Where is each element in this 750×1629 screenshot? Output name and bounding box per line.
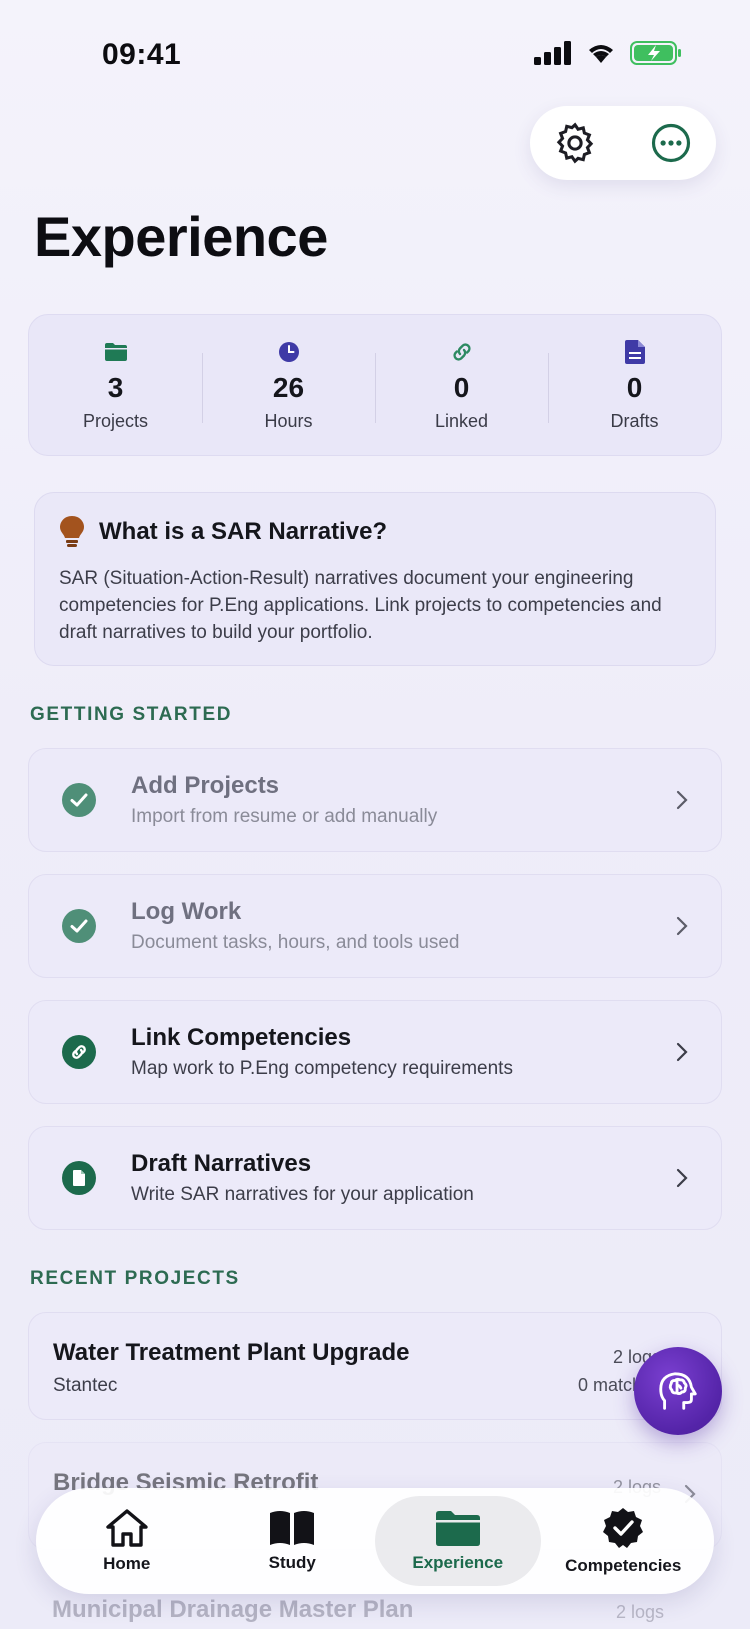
tab-study[interactable]: Study bbox=[210, 1496, 376, 1586]
sar-info-card: What is a SAR Narrative? SAR (Situation-… bbox=[34, 492, 716, 666]
getting-started-label: GETTING STARTED bbox=[30, 704, 233, 725]
document-circle-icon bbox=[61, 1160, 97, 1196]
stat-drafts[interactable]: 0 Drafts bbox=[548, 315, 721, 455]
gear-icon bbox=[556, 122, 594, 164]
chevron-right-icon bbox=[667, 789, 697, 811]
wifi-icon bbox=[589, 45, 613, 63]
step-title: Log Work bbox=[131, 898, 242, 925]
step-title: Draft Narratives bbox=[131, 1150, 312, 1177]
recent-projects-label: RECENT PROJECTS bbox=[30, 1268, 240, 1289]
step-draft-narratives[interactable]: Draft Narratives Write SAR narratives fo… bbox=[28, 1126, 722, 1230]
book-icon bbox=[270, 1511, 315, 1545]
chevron-right-icon bbox=[667, 1041, 697, 1063]
link-circle-icon bbox=[61, 1034, 97, 1070]
project-name[interactable]: Municipal Drainage Master Plan bbox=[52, 1596, 413, 1624]
tab-label: Study bbox=[268, 1553, 316, 1572]
chevron-right-icon bbox=[667, 1167, 697, 1189]
chevron-right-icon bbox=[667, 915, 697, 937]
step-subtitle: Map work to P.Eng competency requirement… bbox=[131, 1058, 513, 1079]
folder-icon bbox=[435, 1511, 480, 1546]
stat-projects[interactable]: 3 Projects bbox=[29, 315, 202, 455]
more-icon bbox=[651, 123, 691, 163]
link-icon bbox=[450, 339, 474, 365]
brain-icon bbox=[659, 1372, 697, 1410]
lightbulb-icon bbox=[60, 516, 84, 547]
step-subtitle: Document tasks, hours, and tools used bbox=[131, 932, 460, 953]
stat-label: Projects bbox=[82, 410, 149, 431]
folder-icon bbox=[104, 339, 128, 365]
status-bar: 09:41 bbox=[0, 0, 750, 110]
stat-label: Hours bbox=[264, 410, 313, 431]
more-button[interactable] bbox=[646, 118, 696, 168]
project-org: Stantec bbox=[53, 1375, 118, 1396]
step-title: Link Competencies bbox=[131, 1024, 352, 1051]
check-circle-icon bbox=[61, 908, 97, 944]
tab-label: Home bbox=[103, 1554, 151, 1573]
stat-value: 0 bbox=[626, 371, 643, 403]
clock-icon bbox=[278, 339, 300, 365]
ai-assistant-button[interactable] bbox=[634, 1347, 722, 1435]
project-logs: 2 logs bbox=[615, 1602, 664, 1622]
tab-label: Experience bbox=[412, 1553, 504, 1572]
step-title: Add Projects bbox=[131, 772, 280, 799]
settings-button[interactable] bbox=[550, 118, 600, 168]
check-circle-icon bbox=[61, 782, 97, 818]
tab-label: Competencies bbox=[565, 1556, 682, 1575]
page-title: Experience bbox=[34, 205, 328, 268]
step-link-competencies[interactable]: Link Competencies Map work to P.Eng comp… bbox=[28, 1000, 722, 1104]
stat-hours[interactable]: 26 Hours bbox=[202, 315, 375, 455]
badge-check-icon bbox=[603, 1508, 644, 1548]
info-body: SAR (Situation-Action-Result) narratives… bbox=[59, 568, 662, 643]
stat-value: 26 bbox=[272, 371, 305, 403]
step-subtitle: Write SAR narratives for your applicatio… bbox=[131, 1184, 474, 1205]
document-icon bbox=[624, 339, 645, 365]
step-log-work[interactable]: Log Work Document tasks, hours, and tool… bbox=[28, 874, 722, 978]
project-name: Water Treatment Plant Upgrade bbox=[53, 1339, 410, 1366]
stat-label: Drafts bbox=[610, 410, 659, 431]
step-subtitle: Import from resume or add manually bbox=[131, 806, 438, 827]
stats-card: 3 Projects 26 Hours 0 Linked 0 Drafts bbox=[28, 314, 722, 456]
stat-value: 0 bbox=[453, 371, 470, 403]
stat-label: Linked bbox=[434, 410, 489, 431]
home-icon bbox=[106, 1509, 148, 1547]
signal-icon bbox=[534, 41, 571, 65]
tab-experience[interactable]: Experience bbox=[375, 1496, 541, 1586]
status-time: 09:41 bbox=[102, 38, 182, 71]
tab-competencies[interactable]: Competencies bbox=[541, 1496, 707, 1586]
project-card[interactable]: Water Treatment Plant Upgrade Stantec 2 … bbox=[28, 1312, 722, 1420]
tab-home[interactable]: Home bbox=[44, 1496, 210, 1586]
status-icons bbox=[534, 40, 682, 66]
info-title: What is a SAR Narrative? bbox=[99, 518, 388, 545]
stat-linked[interactable]: 0 Linked bbox=[375, 315, 548, 455]
tab-bar: Home Study Experience Competencies bbox=[36, 1488, 714, 1594]
stat-value: 3 bbox=[107, 371, 124, 403]
step-add-projects[interactable]: Add Projects Import from resume or add m… bbox=[28, 748, 722, 852]
top-actions bbox=[530, 106, 716, 180]
battery-icon bbox=[630, 41, 681, 65]
